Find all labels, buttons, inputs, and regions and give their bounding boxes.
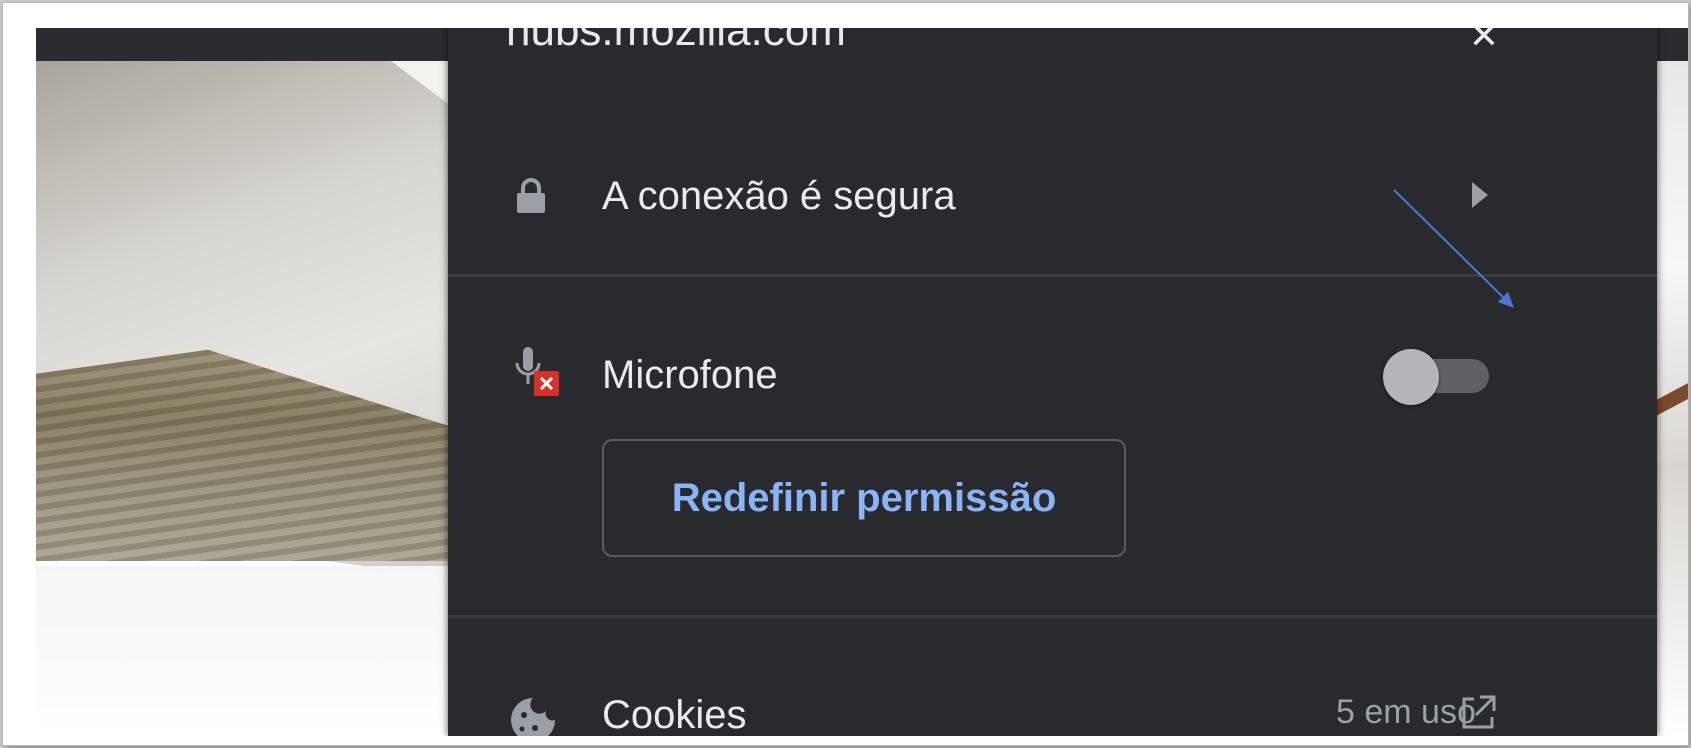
toggle-knob — [1383, 349, 1439, 405]
reset-permission-button[interactable]: Redefinir permissão — [602, 439, 1126, 557]
cookie-icon — [511, 698, 555, 736]
lock-icon — [517, 178, 545, 213]
cookies-label: Cookies — [602, 693, 747, 736]
page-background-scene-right — [1656, 61, 1688, 736]
divider — [448, 615, 1657, 618]
cookies-count: 5 em uso — [1336, 693, 1476, 731]
scene-beam — [1656, 380, 1688, 416]
site-domain-title: hubs.mozilla.com — [506, 28, 846, 55]
divider — [448, 274, 1657, 277]
microphone-permission-row: Microfone — [448, 293, 1657, 413]
cookies-row[interactable]: Cookies 5 em uso — [448, 633, 1657, 736]
close-icon[interactable]: ✕ — [1464, 28, 1504, 56]
scene-floor — [36, 566, 466, 736]
connection-security-label: A conexão é segura — [602, 174, 956, 218]
browser-viewport: hubs.mozilla.com ✕ A conexão é segura Mi… — [36, 28, 1688, 736]
external-link-icon — [1462, 695, 1496, 729]
site-info-popup: hubs.mozilla.com ✕ A conexão é segura Mi… — [448, 28, 1657, 736]
microphone-toggle[interactable] — [1383, 345, 1495, 405]
chevron-right-icon — [1472, 182, 1488, 208]
mic-blocked-icon — [515, 347, 559, 396]
microphone-label: Microfone — [602, 353, 778, 397]
page-background-scene — [36, 61, 466, 736]
connection-security-row[interactable]: A conexão é segura — [448, 138, 1657, 248]
screenshot-frame: hubs.mozilla.com ✕ A conexão é segura Mi… — [3, 3, 1688, 745]
